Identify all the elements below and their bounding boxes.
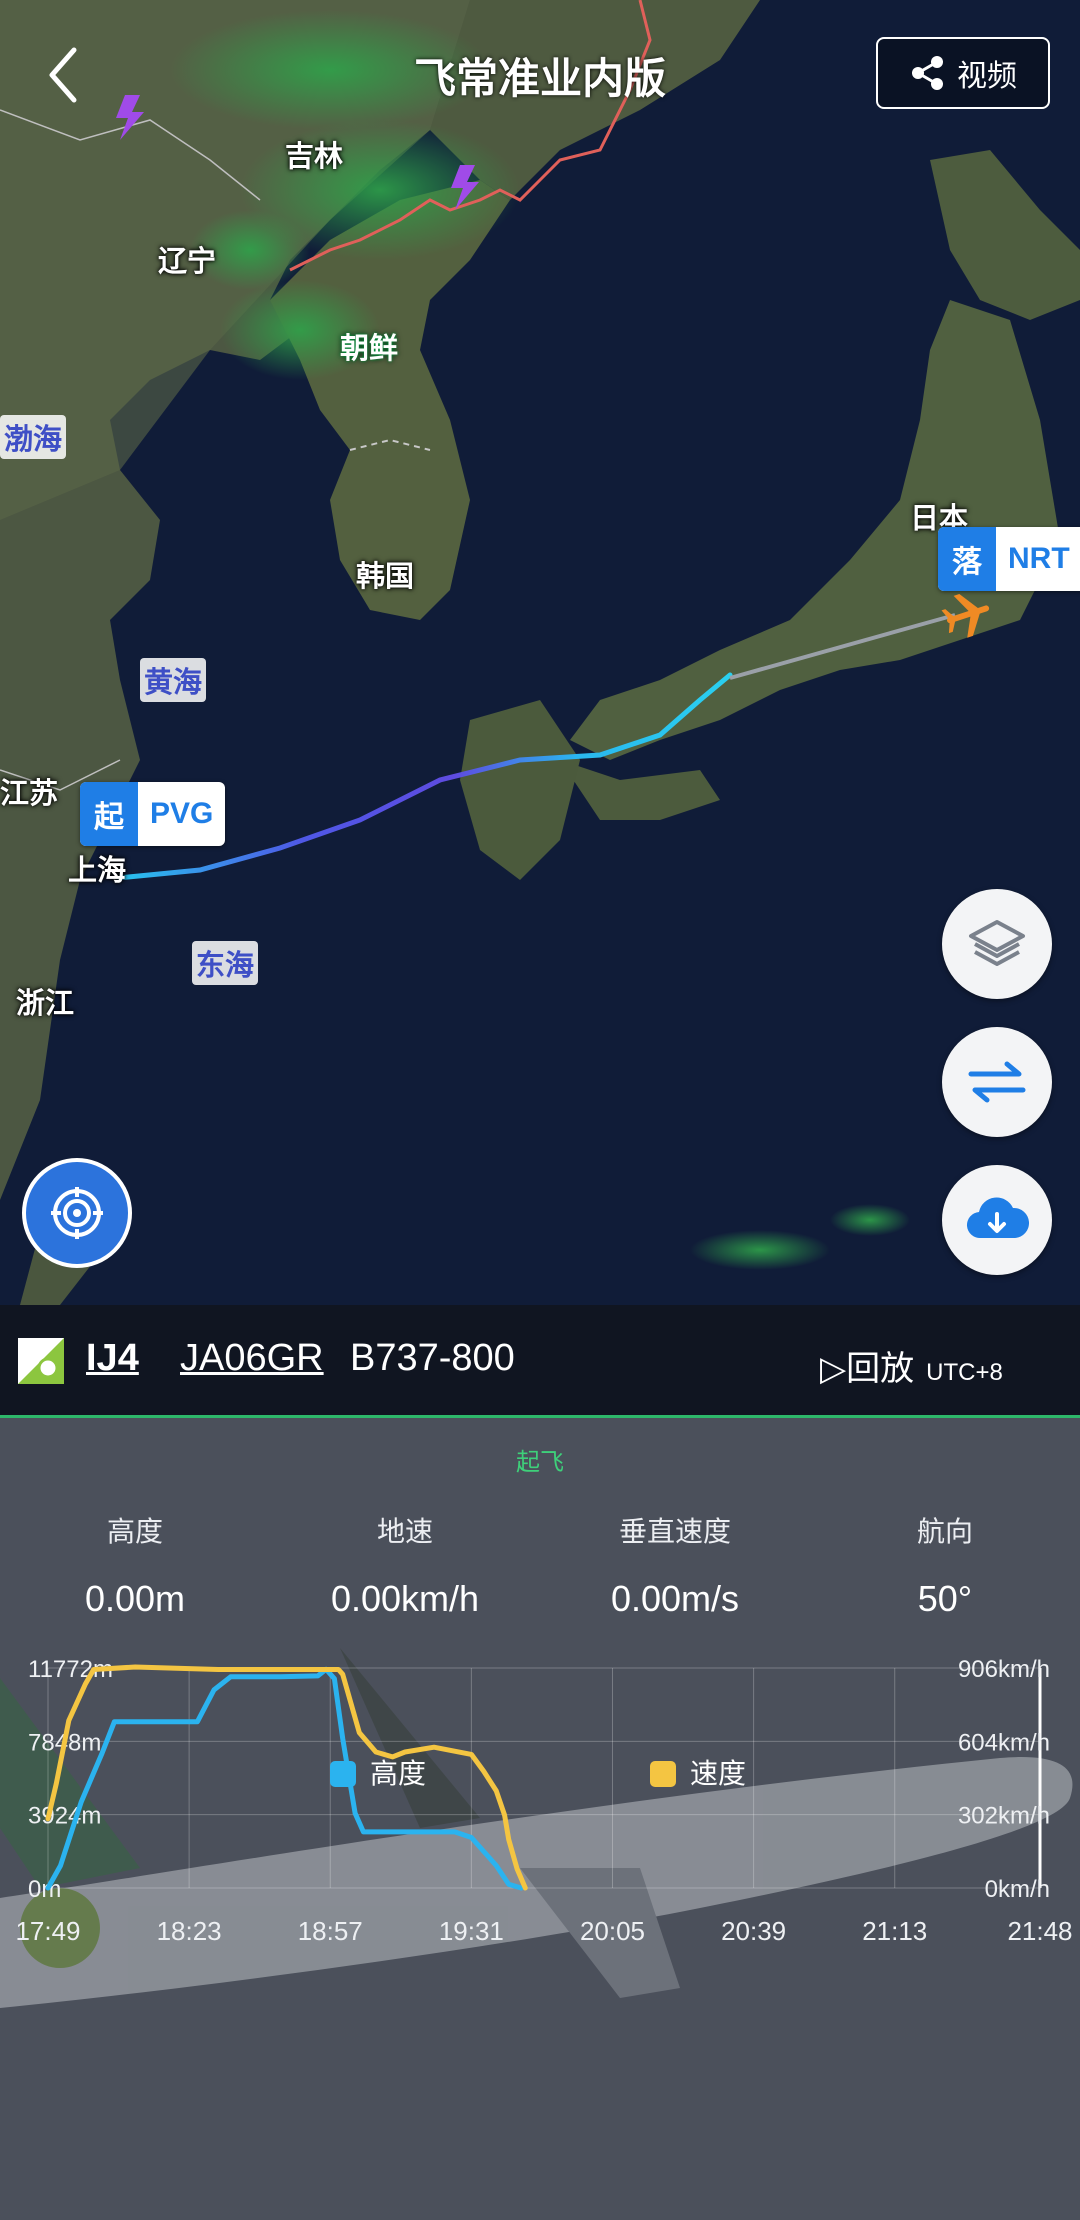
region-label-jiangsu: 江苏	[0, 778, 59, 810]
aircraft-type: B737-800	[350, 1337, 515, 1379]
flight-number-link[interactable]: IJ4	[86, 1337, 139, 1380]
legend-swatch	[330, 1761, 356, 1787]
stat-value: 0.00m/s	[610, 1578, 740, 1619]
y-right-tick-label: 0km/h	[985, 1876, 1050, 1903]
x-tick-label: 20:39	[721, 1916, 786, 1946]
replay-label: ▷回放	[820, 1350, 915, 1388]
stat-label: 航向	[916, 1516, 973, 1547]
airplane-icon[interactable]	[940, 588, 998, 640]
sea-label-yellow-sea: 黄海	[140, 658, 207, 702]
share-icon	[912, 56, 943, 90]
destination-airport-tag[interactable]: 落 NRT	[938, 527, 1080, 591]
stat-label: 地速	[376, 1516, 433, 1547]
region-label-liaoning: 辽宁	[158, 246, 217, 278]
video-label: 视频	[957, 60, 1017, 93]
y-left-tick-label: 3924m	[28, 1803, 101, 1830]
stat-value: 50°	[917, 1578, 973, 1619]
altitude-speed-chart[interactable]: 17:49 18:23 18:57 19:31 20:05 20:39 21:13 21:48…	[0, 1638, 1080, 2108]
map-layers-button[interactable]	[942, 889, 1052, 999]
y-right-tick-label: 604km/h	[958, 1729, 1050, 1756]
stat-label: 高度	[106, 1516, 163, 1547]
region-label-north-korea: 朝鲜	[340, 333, 399, 365]
region-label-jilin: 吉林	[285, 141, 344, 173]
region-label-zhejiang: 浙江	[16, 988, 75, 1020]
app-root: 吉林 辽宁 朝鲜 韩国 日本 上海 江苏 浙江 渤海 黄海 东海 飞常准业内版 …	[0, 0, 1080, 2220]
stat-heading: 航向 50°	[810, 1510, 1080, 1620]
stat-value: 0.00km/h	[330, 1578, 480, 1619]
series-line-speed	[45, 1664, 528, 1891]
sea-label-east-china-sea: 东海	[192, 941, 259, 985]
cloud-download-icon	[967, 1197, 1029, 1239]
x-tick-label: 18:57	[298, 1916, 363, 1946]
x-tick-label: 17:49	[15, 1916, 80, 1946]
swap-view-button[interactable]	[942, 1027, 1052, 1137]
x-tick-label: 19:31	[439, 1916, 504, 1946]
destination-badge: 落	[938, 527, 996, 591]
stat-value: 0.00m	[84, 1578, 186, 1619]
flight-data-panel: 起飞 高度 0.00m 地速 0.00km/h 垂直速度 0.00m/s 航向 …	[0, 1418, 1080, 2220]
layers-icon	[969, 920, 1025, 966]
stat-label: 垂直速度	[618, 1516, 731, 1547]
flight-info-bar: IJ4 JA06GR B737-800 ▷回放 UTC+8	[0, 1305, 1080, 1418]
y-left-tick-label: 0m	[28, 1876, 61, 1903]
y-right-tick-label: 906km/h	[958, 1656, 1050, 1683]
flight-phase: 起飞	[516, 1449, 564, 1476]
x-tick-label: 18:23	[157, 1916, 222, 1946]
radar-icon	[51, 1187, 103, 1239]
flight-map[interactable]: 吉林 辽宁 朝鲜 韩国 日本 上海 江苏 浙江 渤海 黄海 东海 飞常准业内版 …	[0, 0, 1080, 1305]
timezone-label: UTC+8	[926, 1359, 1003, 1386]
origin-airport-tag[interactable]: 起 PVG	[80, 782, 226, 846]
legend-label: 速度	[690, 1758, 746, 1789]
stat-ground-speed: 地速 0.00km/h	[270, 1510, 540, 1620]
airline-logo	[18, 1338, 64, 1384]
replay-button[interactable]: ▷回放 UTC+8	[820, 1341, 1003, 1390]
y-right-tick-label: 302km/h	[958, 1803, 1050, 1830]
registration-link[interactable]: JA06GR	[180, 1337, 324, 1380]
x-tick-label: 21:48	[1007, 1916, 1072, 1946]
origin-code: PVG	[150, 797, 214, 830]
origin-badge: 起	[80, 782, 138, 846]
download-button[interactable]	[942, 1165, 1052, 1275]
sea-label-bohai: 渤海	[0, 415, 67, 459]
x-tick-label: 20:05	[580, 1916, 645, 1946]
x-tick-label: 21:13	[862, 1916, 927, 1946]
region-label-shanghai: 上海	[68, 855, 127, 887]
swap-arrows-icon	[968, 1061, 1026, 1103]
radar-button[interactable]	[22, 1158, 132, 1268]
region-label-korea: 韩国	[356, 561, 415, 593]
video-share-button[interactable]: 视频	[876, 37, 1050, 109]
stat-vertical-speed: 垂直速度 0.00m/s	[540, 1510, 810, 1620]
stat-altitude: 高度 0.00m	[0, 1510, 270, 1620]
destination-code: NRT	[1008, 542, 1070, 575]
map-background	[0, 0, 1080, 1305]
legend-label: 高度	[370, 1758, 426, 1789]
series-line-altitude	[45, 1666, 524, 1891]
legend-swatch	[650, 1761, 676, 1787]
